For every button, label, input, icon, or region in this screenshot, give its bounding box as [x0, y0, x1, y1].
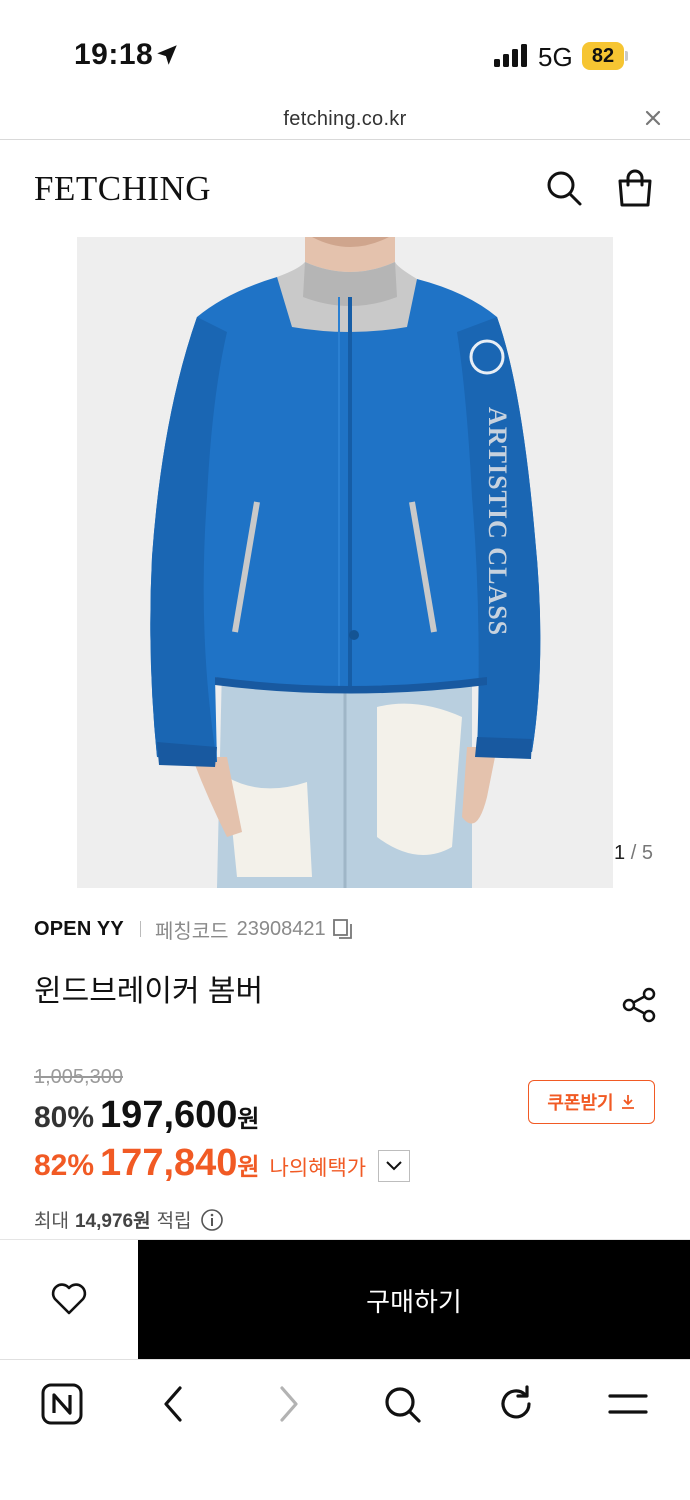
benefit-currency-label: 원: [237, 1154, 260, 1181]
points-suffix: 적립: [156, 1211, 192, 1232]
benefit-expand-button[interactable]: [378, 1150, 410, 1182]
price-row: 80% 197,600 원: [34, 1094, 260, 1137]
menu-icon[interactable]: [606, 1382, 650, 1426]
close-icon[interactable]: [642, 107, 664, 129]
benefit-price-row: 82% 177,840 원 나의혜택가: [34, 1142, 366, 1185]
discount-rate: 80%: [34, 1101, 95, 1134]
info-icon[interactable]: [200, 1208, 224, 1232]
battery-tip: [625, 51, 628, 61]
benefit-price: 177,840: [100, 1142, 238, 1184]
original-price: 1,005,300: [34, 1066, 123, 1088]
image-counter-total: 5: [641, 842, 653, 864]
brand-name[interactable]: OPEN YY: [34, 918, 124, 941]
refresh-icon[interactable]: [494, 1382, 538, 1426]
coupon-button-label: 쿠폰받기: [547, 1093, 614, 1113]
share-icon[interactable]: [620, 986, 658, 1024]
product-image[interactable]: ARTISTIC CLASS: [77, 237, 613, 888]
image-counter-separator: /: [630, 842, 637, 864]
battery-level: 82: [582, 42, 624, 70]
shopping-bag-icon[interactable]: [614, 167, 656, 209]
svg-text:ARTISTIC CLASS: ARTISTIC CLASS: [483, 407, 512, 636]
points-row: 최대 14,976원 적립: [34, 1206, 224, 1233]
product-code: 23908421: [236, 917, 326, 940]
download-icon: [621, 1095, 634, 1109]
naver-icon[interactable]: [40, 1382, 84, 1426]
divider: [139, 921, 141, 937]
status-time: 19:18: [74, 38, 154, 71]
chevron-down-icon: [386, 1161, 402, 1171]
signal-icon: [494, 44, 527, 67]
back-icon[interactable]: [152, 1382, 196, 1426]
search-icon[interactable]: [545, 169, 583, 207]
forward-icon[interactable]: [266, 1382, 310, 1426]
currency-label: 원: [237, 1106, 260, 1133]
brand-row: OPEN YY 페칭코드 23908421: [34, 914, 354, 944]
coupon-button[interactable]: 쿠폰받기: [528, 1080, 655, 1124]
url-text[interactable]: fetching.co.kr: [0, 108, 690, 131]
sale-price: 197,600: [100, 1094, 238, 1136]
site-header: FETCHING: [0, 141, 690, 237]
browser-toolbar: [0, 1359, 690, 1500]
purchase-bar: 구매하기: [0, 1239, 690, 1360]
image-counter: 1 / 5: [614, 842, 653, 865]
product-title: 윈드브레이커 봄버: [34, 975, 264, 1008]
jacket-illustration: ARTISTIC CLASS: [77, 237, 613, 888]
copy-icon[interactable]: [332, 918, 354, 940]
battery-indicator: 82: [582, 42, 628, 70]
wishlist-button[interactable]: [0, 1240, 138, 1360]
product-code-label: 페칭코드: [154, 920, 229, 943]
benefit-rate: 82%: [34, 1149, 95, 1182]
benefit-label: 나의혜택가: [269, 1157, 367, 1180]
site-logo[interactable]: FETCHING: [34, 169, 211, 209]
heart-icon: [51, 1283, 87, 1315]
points-value: 14,976원: [74, 1211, 151, 1232]
network-label: 5G: [538, 42, 573, 72]
image-counter-current: 1: [614, 842, 626, 864]
buy-button[interactable]: 구매하기: [138, 1240, 690, 1360]
url-bar[interactable]: fetching.co.kr: [0, 100, 690, 140]
points-prefix: 최대: [34, 1211, 69, 1232]
search-icon[interactable]: [380, 1382, 424, 1426]
location-arrow-icon: [157, 45, 177, 65]
status-bar: 19:18 5G 82: [0, 0, 690, 100]
